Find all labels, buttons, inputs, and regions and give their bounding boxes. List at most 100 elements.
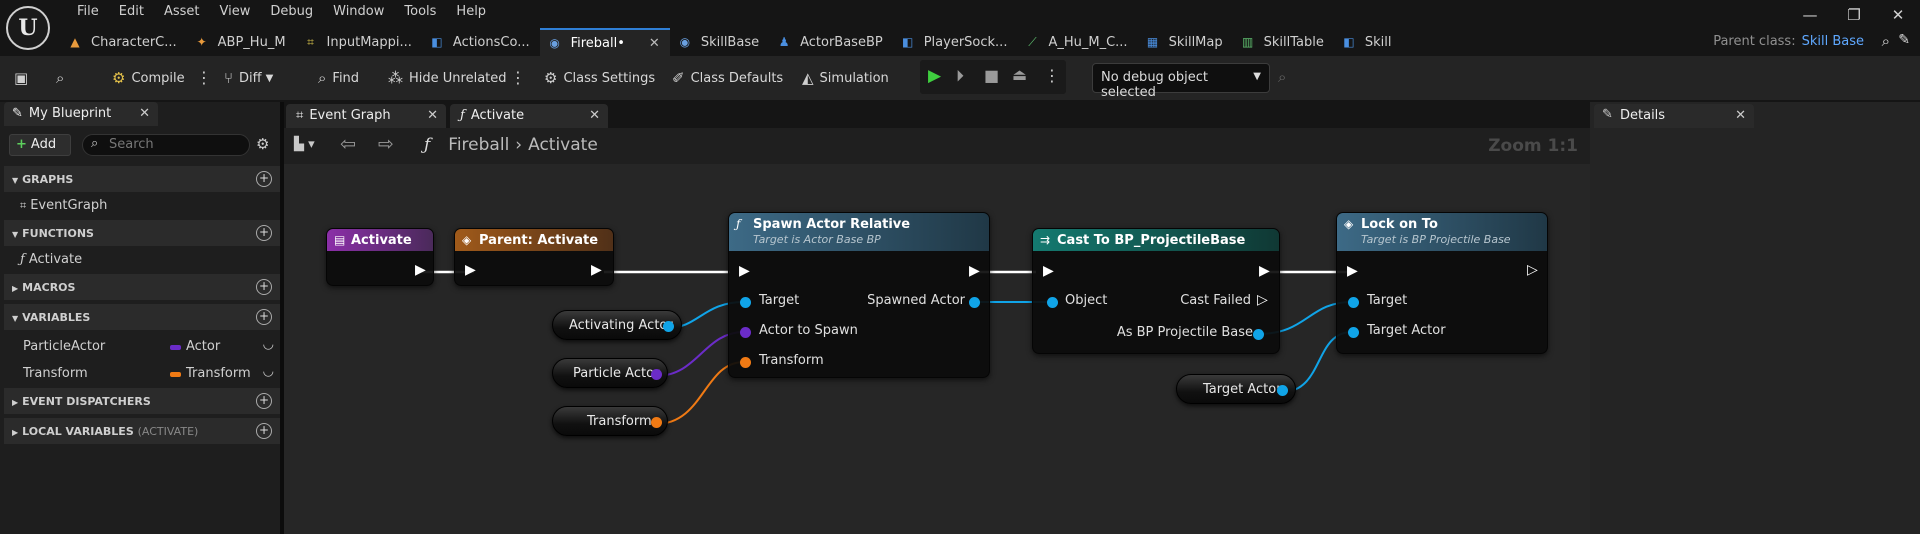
unreal-logo[interactable]: U — [6, 6, 50, 50]
section-event-dispatchers[interactable]: ▶ EVENT DISPATCHERS + — [4, 388, 280, 414]
compile-button[interactable]: ⚙ Compile — [112, 56, 185, 100]
add-graph-icon[interactable]: + — [256, 171, 272, 187]
edit-icon[interactable]: ✎ — [1898, 32, 1910, 48]
details-tab[interactable]: ✎ Details ✕ — [1594, 104, 1754, 128]
add-function-icon[interactable]: + — [256, 225, 272, 241]
visibility-eye-icon[interactable]: ◡ — [263, 337, 274, 352]
diff-button[interactable]: ⑂ Diff ▼ — [224, 56, 273, 100]
function-item-activate[interactable]: ƒ Activate — [20, 252, 82, 267]
section-variables[interactable]: ▼ VARIABLES + — [4, 304, 280, 330]
document-tab[interactable]: ⌗ InputMappi... — [296, 28, 422, 56]
document-tab[interactable]: ◉ SkillBase — [670, 28, 769, 56]
actor-pin-icon[interactable] — [651, 369, 662, 380]
transform-pin-icon[interactable] — [740, 357, 751, 368]
object-pin-icon[interactable] — [740, 297, 751, 308]
object-pin-icon[interactable] — [1348, 297, 1359, 308]
document-tab[interactable]: ✦ ABP_Hu_M — [187, 28, 296, 56]
breadcrumb-root[interactable]: Fireball — [448, 135, 509, 155]
document-tab[interactable]: ◧ ActionsCo... — [422, 28, 540, 56]
stop-icon[interactable]: ■ — [984, 66, 999, 85]
back-arrow-icon[interactable]: ⇦ — [340, 133, 356, 155]
eject-icon[interactable]: ⏏ — [1012, 65, 1027, 84]
find-button[interactable]: ⌕ Find — [318, 56, 359, 100]
graph-item-eventgraph[interactable]: ⌗ EventGraph — [20, 198, 107, 213]
section-graphs[interactable]: ▼ GRAPHS + — [4, 166, 280, 192]
section-functions[interactable]: ▼ FUNCTIONS + — [4, 220, 280, 246]
menu-tools[interactable]: Tools — [394, 2, 446, 22]
restore-icon[interactable]: ❐ — [1832, 6, 1876, 24]
node-cast-to-projectile[interactable]: ⇉ Cast To BP_ProjectileBase ▶ ▶ Object Ca… — [1032, 228, 1280, 354]
object-pin-icon[interactable] — [1253, 329, 1264, 340]
getter-target-actor[interactable]: Target Actor — [1176, 374, 1296, 404]
class-defaults-button[interactable]: ✐ Class Defaults — [672, 56, 783, 100]
close-icon[interactable]: ✕ — [649, 36, 660, 51]
close-icon[interactable]: ✕ — [589, 108, 600, 123]
play-options-icon[interactable]: ⋮ — [1044, 66, 1060, 85]
add-local-variable-icon[interactable]: + — [256, 423, 272, 439]
simulation-button[interactable]: ◭ Simulation — [802, 56, 889, 100]
play-icon[interactable]: ▶ — [928, 66, 941, 86]
exec-in-pin-icon[interactable]: ▶ — [1043, 263, 1054, 279]
browse-button[interactable]: ⌕ — [56, 56, 70, 100]
tab-event-graph[interactable]: ⌗ Event Graph ✕ — [286, 104, 446, 128]
object-pin-icon[interactable] — [1348, 327, 1359, 338]
exec-out-pin-icon[interactable]: ▶ — [1259, 263, 1270, 279]
exec-out-pin-icon[interactable]: ▷ — [1527, 262, 1538, 278]
forward-arrow-icon[interactable]: ⇨ — [378, 133, 394, 155]
close-icon[interactable]: ✕ — [1735, 108, 1746, 123]
document-tab[interactable]: ▥ SkillTable — [1233, 28, 1334, 56]
document-tab[interactable]: ▲ CharacterC... — [60, 28, 187, 56]
bookmark-icon[interactable]: ▙ ▾ — [294, 137, 315, 152]
section-local-variables[interactable]: ▶ LOCAL VARIABLES (ACTIVATE) + — [4, 418, 280, 444]
node-parent-activate[interactable]: ◈ Parent: Activate ▶ ▶ — [454, 228, 614, 286]
close-icon[interactable]: ✕ — [427, 108, 438, 123]
save-button[interactable]: ▣ — [14, 56, 34, 100]
my-blueprint-tab[interactable]: ✎ My Blueprint ✕ — [4, 102, 158, 126]
menu-help[interactable]: Help — [446, 2, 496, 22]
node-activate[interactable]: ▤ Activate ▶ — [326, 228, 434, 286]
document-tab[interactable]: ◧ Skill — [1334, 28, 1402, 56]
section-macros[interactable]: ▶ MACROS + — [4, 274, 280, 300]
object-pin-icon[interactable] — [1277, 385, 1288, 396]
hide-unrelated-button[interactable]: ⁂ Hide Unrelated — [388, 56, 507, 100]
more-options-icon[interactable]: ⋮ — [510, 68, 526, 88]
menu-view[interactable]: View — [210, 2, 261, 22]
add-dispatcher-icon[interactable]: + — [256, 393, 272, 409]
node-spawn-actor-relative[interactable]: ƒ Spawn Actor Relative Target is Actor Bas… — [728, 212, 990, 378]
document-tab[interactable]: ♟ ActorBaseBP — [769, 28, 893, 56]
exec-in-pin-icon[interactable]: ▶ — [1347, 263, 1358, 279]
menu-debug[interactable]: Debug — [260, 2, 323, 22]
exec-out-pin-icon[interactable]: ▶ — [969, 263, 980, 279]
menu-asset[interactable]: Asset — [154, 2, 210, 22]
variable-row-particleactor[interactable]: ParticleActor Actor ◡ — [4, 334, 280, 360]
document-tab[interactable]: ◉ Fireball• ✕ — [539, 28, 670, 56]
step-icon[interactable]: ⏵ — [956, 66, 964, 86]
debug-object-select[interactable]: No debug object selected ▼ — [1092, 63, 1270, 100]
menu-edit[interactable]: Edit — [109, 2, 154, 22]
search-icon[interactable]: ⌕ — [1882, 32, 1890, 50]
visibility-eye-icon[interactable]: ◡ — [263, 364, 274, 379]
variable-type[interactable]: Transform — [186, 366, 251, 381]
menu-file[interactable]: File — [67, 2, 109, 22]
add-variable-icon[interactable]: + — [256, 309, 272, 325]
menu-window[interactable]: Window — [323, 2, 394, 22]
debug-filter-icon[interactable]: ⌕ — [1278, 68, 1286, 86]
exec-out-pin-icon[interactable]: ▶ — [591, 262, 602, 278]
close-icon[interactable]: ✕ — [139, 106, 150, 121]
exec-in-pin-icon[interactable]: ▶ — [739, 263, 750, 279]
breadcrumb-current[interactable]: Activate — [528, 135, 598, 155]
node-lock-on-to[interactable]: ◈ Lock on To Target is BP Projectile Base … — [1336, 212, 1548, 354]
add-button[interactable]: + Add — [9, 134, 71, 156]
actor-pin-icon[interactable] — [740, 327, 751, 338]
search-input[interactable]: ⌕ Search — [82, 134, 250, 156]
gear-icon[interactable]: ⚙ — [256, 135, 269, 153]
variable-row-transform[interactable]: Transform Transform ◡ — [4, 361, 280, 387]
object-pin-icon[interactable] — [1047, 297, 1058, 308]
getter-transform[interactable]: Transform — [552, 406, 668, 436]
exec-in-pin-icon[interactable]: ▶ — [465, 262, 476, 278]
object-pin-icon[interactable] — [969, 297, 980, 308]
tab-activate[interactable]: ƒ Activate ✕ — [450, 104, 608, 128]
document-tab[interactable]: ◧ PlayerSock... — [893, 28, 1018, 56]
document-tab[interactable]: ⟋ A_Hu_M_C... — [1017, 28, 1137, 56]
transform-pin-icon[interactable] — [651, 417, 662, 428]
